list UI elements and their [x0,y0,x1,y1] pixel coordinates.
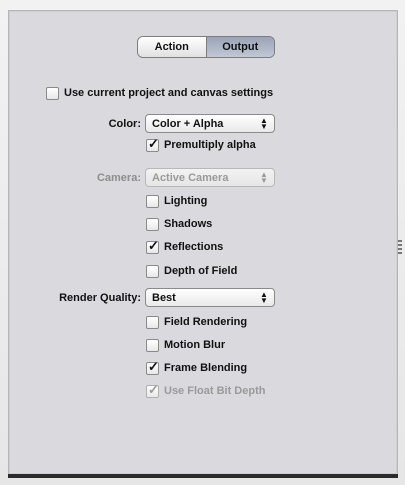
up-down-arrows-icon: ▲ ▼ [260,289,268,305]
reflections-label: Reflections [164,241,224,253]
camera-label: Camera: [96,172,141,184]
float-bit-depth-label: Use Float Bit Depth [164,385,266,397]
use-current-settings-checkbox[interactable] [46,86,59,100]
panel-bottom-edge [8,474,398,478]
depth-of-field-checkbox[interactable] [146,264,159,278]
premultiply-alpha-row[interactable]: Premultiply alpha [146,136,256,154]
depth-of-field-label: Depth of Field [164,265,238,277]
color-popup-value: Color + Alpha [152,117,224,130]
reflections-row[interactable]: Reflections [146,238,223,256]
color-popup[interactable]: Color + Alpha ▲ ▼ [145,114,275,133]
shadows-row[interactable]: Shadows [146,215,212,233]
render-quality-popup-value: Best [152,291,176,304]
frame-blending-row[interactable]: Frame Blending [146,359,247,377]
camera-popup: Active Camera ▲ ▼ [145,168,275,187]
camera-popup-value: Active Camera [152,171,229,184]
lighting-row[interactable]: Lighting [146,192,207,210]
motion-blur-checkbox[interactable] [146,338,159,352]
tab-segmented-control: Action Output [137,36,275,58]
frame-blending-checkbox[interactable] [146,359,159,375]
field-rendering-label: Field Rendering [164,316,248,328]
render-quality-label: Render Quality: [59,292,141,304]
resize-grip-icon[interactable] [398,240,402,254]
use-current-settings-label: Use current project and canvas settings [64,87,274,99]
motion-blur-label: Motion Blur [164,339,226,351]
shadows-checkbox[interactable] [146,217,159,231]
reflections-checkbox[interactable] [146,238,159,254]
field-rendering-row[interactable]: Field Rendering [146,313,247,331]
lighting-label: Lighting [164,195,208,207]
up-down-arrows-icon: ▲ ▼ [260,169,268,185]
frame-blending-label: Frame Blending [164,362,248,374]
lighting-checkbox[interactable] [146,194,159,208]
motion-blur-row[interactable]: Motion Blur [146,336,225,354]
float-bit-depth-row: Use Float Bit Depth [146,382,265,400]
tab-output[interactable]: Output [205,37,274,57]
premultiply-alpha-checkbox[interactable] [146,136,159,152]
tab-action[interactable]: Action [138,37,206,57]
depth-of-field-row[interactable]: Depth of Field [146,262,237,280]
use-current-settings-row[interactable]: Use current project and canvas settings [46,84,273,102]
render-quality-popup[interactable]: Best ▲ ▼ [145,288,275,307]
float-bit-depth-checkbox [146,382,159,398]
up-down-arrows-icon: ▲ ▼ [260,115,268,131]
color-label: Color: [108,118,141,130]
shadows-label: Shadows [164,218,213,230]
premultiply-alpha-label: Premultiply alpha [164,139,256,151]
field-rendering-checkbox[interactable] [146,315,159,329]
